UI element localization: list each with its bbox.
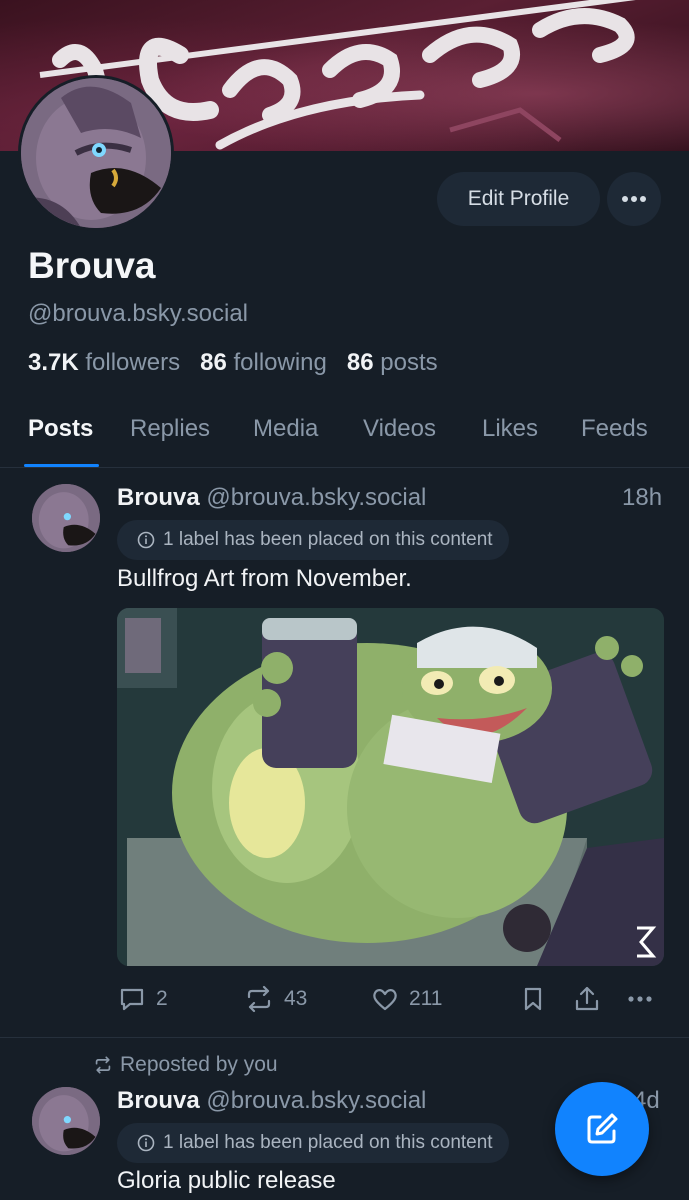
post-author-handle[interactable]: @brouva.bsky.social bbox=[206, 484, 426, 511]
ellipsis-icon bbox=[628, 996, 652, 1002]
tab-likes[interactable]: Likes bbox=[482, 415, 538, 443]
followers-label: followers bbox=[85, 349, 181, 376]
post-author-avatar[interactable] bbox=[32, 1087, 100, 1155]
tab-media[interactable]: Media bbox=[253, 415, 318, 443]
repost-icon bbox=[247, 985, 271, 1013]
content-label-pill[interactable]: 1 label has been placed on this content bbox=[117, 520, 509, 560]
active-tab-indicator bbox=[24, 464, 99, 467]
post-text: Gloria public release bbox=[117, 1167, 336, 1194]
content-label-pill[interactable]: 1 label has been placed on this content bbox=[117, 1123, 509, 1163]
post-author-name[interactable]: Brouva bbox=[117, 484, 200, 511]
tab-feeds[interactable]: Feeds bbox=[581, 415, 648, 443]
frog-artwork-image bbox=[117, 608, 664, 966]
like-button[interactable]: 211 bbox=[371, 985, 442, 1013]
post-header: Brouva @brouva.bsky.social bbox=[117, 484, 426, 512]
repost-indicator[interactable]: Reposted by you bbox=[92, 1053, 278, 1077]
post-divider bbox=[0, 1037, 689, 1038]
reply-count: 2 bbox=[156, 987, 168, 1010]
post-timestamp[interactable]: 18h bbox=[622, 484, 662, 512]
following-link[interactable]: 86 following bbox=[200, 349, 327, 376]
compose-pencil-icon bbox=[587, 1113, 618, 1144]
following-label: following bbox=[233, 349, 327, 376]
heart-icon bbox=[373, 989, 397, 1011]
info-icon bbox=[137, 531, 155, 549]
compose-button[interactable] bbox=[555, 1082, 649, 1176]
share-button[interactable] bbox=[573, 985, 601, 1013]
tab-replies[interactable]: Replies bbox=[130, 415, 210, 443]
like-count: 211 bbox=[409, 987, 443, 1010]
post-header: Brouva @brouva.bsky.social bbox=[117, 1087, 426, 1115]
profile-name: Brouva bbox=[28, 245, 156, 286]
posts-count: 86 bbox=[346, 349, 374, 376]
more-options-button[interactable] bbox=[607, 172, 661, 226]
bird-avatar-icon bbox=[21, 78, 171, 228]
content-label-text: 1 label has been placed on this content bbox=[163, 1132, 493, 1153]
profile-avatar[interactable] bbox=[18, 75, 174, 231]
repost-note: Reposted by you bbox=[120, 1053, 278, 1076]
bookmark-icon bbox=[524, 987, 542, 1011]
ellipsis-icon bbox=[622, 196, 646, 202]
tab-videos[interactable]: Videos bbox=[363, 415, 436, 443]
content-label-text: 1 label has been placed on this content bbox=[163, 529, 493, 550]
followers-count: 3.7K bbox=[28, 349, 79, 376]
share-icon bbox=[575, 986, 599, 1011]
info-icon bbox=[137, 1134, 155, 1152]
edit-profile-button[interactable]: Edit Profile bbox=[437, 172, 600, 226]
post-author-handle[interactable]: @brouva.bsky.social bbox=[206, 1087, 426, 1114]
bookmark-button[interactable] bbox=[521, 985, 545, 1013]
tab-posts[interactable]: Posts bbox=[28, 415, 93, 443]
reply-button[interactable]: 2 bbox=[118, 985, 168, 1013]
repost-count: 43 bbox=[284, 987, 308, 1010]
post-author-name[interactable]: Brouva bbox=[117, 1087, 200, 1114]
repost-button[interactable]: 43 bbox=[244, 985, 307, 1013]
post-image[interactable] bbox=[117, 608, 664, 966]
post-more-button[interactable] bbox=[626, 985, 654, 1013]
post-text: Bullfrog Art from November. bbox=[117, 565, 412, 592]
followers-link[interactable]: 3.7K followers bbox=[28, 349, 180, 376]
reply-bubble-icon bbox=[120, 988, 144, 1011]
profile-tabs: Posts Replies Media Videos Likes Feeds bbox=[0, 405, 689, 468]
bird-avatar-icon bbox=[32, 484, 100, 552]
profile-stats: 3.7K followers 86 following 86 posts bbox=[28, 349, 438, 377]
profile-handle: @brouva.bsky.social bbox=[28, 300, 249, 327]
following-count: 86 bbox=[200, 349, 227, 376]
post-author-avatar[interactable] bbox=[32, 484, 100, 552]
repost-icon bbox=[95, 1056, 111, 1074]
posts-label: posts bbox=[380, 349, 438, 376]
bird-avatar-icon bbox=[32, 1087, 100, 1155]
